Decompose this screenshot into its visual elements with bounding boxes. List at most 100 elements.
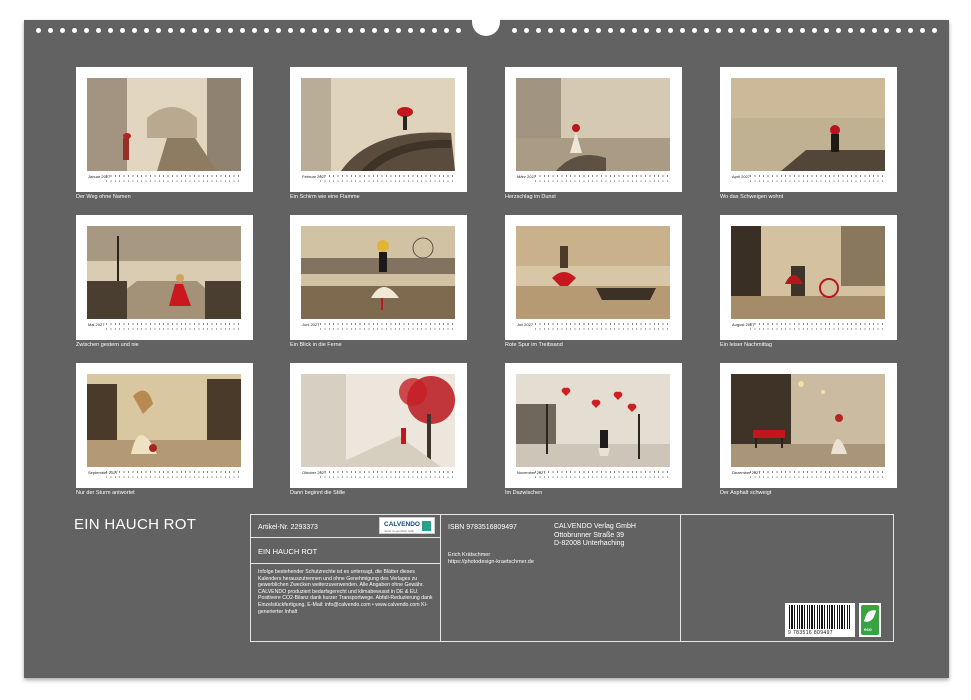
month-caption: Der Weg ohne Namen bbox=[76, 194, 131, 200]
legal-notice: Infolge bestehender Schutzrechte ist es … bbox=[258, 569, 433, 615]
binding-ring bbox=[432, 28, 437, 33]
binding-ring bbox=[752, 28, 757, 33]
binding-ring bbox=[560, 28, 565, 33]
binding-ring bbox=[72, 28, 77, 33]
month-thumbnail-september: September 2027 bbox=[76, 363, 253, 488]
month-caption: Herzschlag im Dunst bbox=[505, 194, 556, 200]
binding-ring bbox=[584, 28, 589, 33]
month-name: März 2027 bbox=[517, 174, 536, 179]
product-title: EIN HAUCH ROT bbox=[258, 547, 318, 556]
binding-ring bbox=[60, 28, 65, 33]
binding-ring bbox=[836, 28, 841, 33]
binding-ring bbox=[908, 28, 913, 33]
binding-ring bbox=[396, 28, 401, 33]
photo-januar bbox=[87, 78, 241, 171]
binding-ring bbox=[120, 28, 125, 33]
binding-ring bbox=[572, 28, 577, 33]
day-grid bbox=[106, 471, 241, 479]
month-caption: Ein Schirm wie eine Flamme bbox=[290, 194, 360, 200]
binding-ring bbox=[348, 28, 353, 33]
author-url: https://photodesign-kraetschmer.de bbox=[448, 559, 534, 565]
photo-februar bbox=[301, 78, 455, 171]
eco-badge: eco bbox=[859, 603, 881, 637]
binding-ring bbox=[156, 28, 161, 33]
month-thumbnail-maerz: März 2027 bbox=[505, 67, 682, 192]
leaf-icon bbox=[863, 608, 877, 624]
photo-april bbox=[731, 78, 885, 171]
day-grid bbox=[535, 175, 670, 183]
binding-ring bbox=[300, 28, 305, 33]
divider bbox=[440, 515, 441, 641]
month-thumbnail-oktober: Oktober 2027 bbox=[290, 363, 467, 488]
month-name: Juli 2027 bbox=[517, 322, 534, 327]
binding-ring bbox=[932, 28, 937, 33]
binding-ring bbox=[788, 28, 793, 33]
day-grid bbox=[320, 471, 455, 479]
binding-ring bbox=[264, 28, 269, 33]
binding-ring bbox=[372, 28, 377, 33]
binding-ring bbox=[36, 28, 41, 33]
binding-ring bbox=[860, 28, 865, 33]
binding-ring bbox=[692, 28, 697, 33]
photo-juni bbox=[301, 226, 455, 319]
month-thumbnail-november: November 2027 bbox=[505, 363, 682, 488]
binding-ring bbox=[884, 28, 889, 33]
month-caption: Ein leiser Nachmittag bbox=[720, 342, 772, 348]
eco-label: eco bbox=[864, 627, 872, 632]
logo-wordmark: CALVENDO bbox=[384, 521, 420, 528]
binding-ring bbox=[96, 28, 101, 33]
month-thumbnail-dezember: Dezember 2027 bbox=[720, 363, 897, 488]
calvendo-logo: CALVENDO Jeder Augenblick zählt bbox=[379, 517, 435, 534]
photo-maerz bbox=[516, 78, 670, 171]
binding-ring bbox=[812, 28, 817, 33]
binding-ring bbox=[84, 28, 89, 33]
binding-ring bbox=[536, 28, 541, 33]
binding-ring bbox=[800, 28, 805, 33]
binding-ring bbox=[192, 28, 197, 33]
eco-icon: eco bbox=[861, 605, 879, 635]
binding-ring bbox=[764, 28, 769, 33]
imprint-box: Artikel-Nr. 2293373 CALVENDO Jeder Augen… bbox=[250, 514, 894, 642]
logo-mark-icon bbox=[422, 521, 431, 531]
logo-tagline: Jeder Augenblick zählt bbox=[384, 529, 415, 533]
barcode-number: 9 783516 809497 bbox=[788, 630, 833, 636]
binding-ring bbox=[896, 28, 901, 33]
binding-ring bbox=[872, 28, 877, 33]
day-grid bbox=[320, 323, 455, 331]
publisher-name: CALVENDO Verlag GmbH bbox=[554, 523, 636, 530]
binding-ring bbox=[524, 28, 529, 33]
day-grid bbox=[320, 175, 455, 183]
month-name: Mai 2027 bbox=[88, 322, 105, 327]
binding-ring bbox=[204, 28, 209, 33]
binding-ring bbox=[168, 28, 173, 33]
photo-mai bbox=[87, 226, 241, 319]
binding-ring bbox=[360, 28, 365, 33]
binding-ring bbox=[740, 28, 745, 33]
day-grid bbox=[106, 323, 241, 331]
binding-ring bbox=[288, 28, 293, 33]
day-grid bbox=[750, 175, 885, 183]
binding-ring bbox=[216, 28, 221, 33]
month-thumbnail-januar: Januar 2027 bbox=[76, 67, 253, 192]
binding-ring bbox=[728, 28, 733, 33]
month-caption: Ein Blick in die Ferne bbox=[290, 342, 342, 348]
binding-ring bbox=[668, 28, 673, 33]
binding-ring bbox=[632, 28, 637, 33]
month-caption: Der Asphalt schweigt bbox=[720, 490, 772, 496]
binding-ring bbox=[336, 28, 341, 33]
binding-ring bbox=[240, 28, 245, 33]
publisher-city: D-82008 Unterhaching bbox=[554, 540, 625, 547]
month-name: April 2027 bbox=[732, 174, 751, 179]
binding-ring bbox=[312, 28, 317, 33]
month-caption: Im Dazwischen bbox=[505, 490, 543, 496]
isbn: ISBN 9783516809497 bbox=[448, 524, 517, 531]
photo-dezember bbox=[731, 374, 885, 467]
binding-ring bbox=[704, 28, 709, 33]
binding-ring bbox=[144, 28, 149, 33]
barcode-bars bbox=[789, 605, 851, 629]
binding-ring bbox=[180, 28, 185, 33]
binding-ring bbox=[716, 28, 721, 33]
binding-ring bbox=[132, 28, 137, 33]
month-caption: Nur der Sturm antwortet bbox=[76, 490, 135, 496]
binding-ring bbox=[384, 28, 389, 33]
